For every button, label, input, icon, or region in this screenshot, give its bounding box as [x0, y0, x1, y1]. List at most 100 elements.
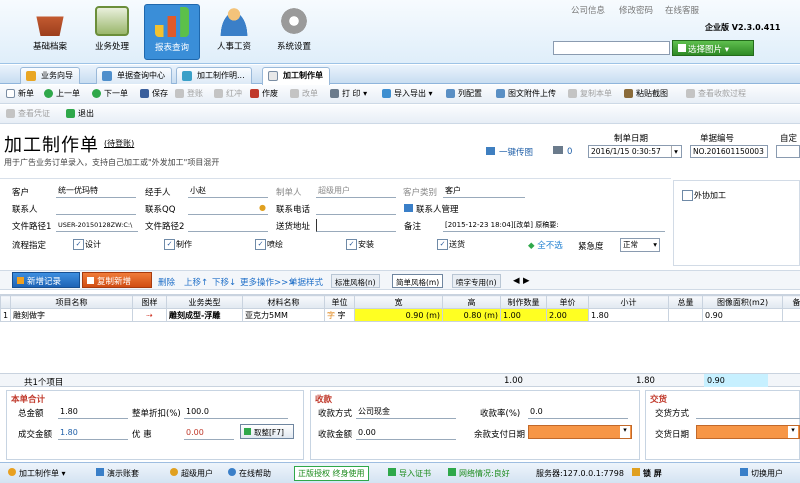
column-header[interactable]: 业务类型: [166, 295, 243, 309]
nav-hr[interactable]: 人事工资: [206, 4, 262, 60]
status-menu[interactable]: 加工制作单 ▾: [8, 468, 66, 479]
column-header[interactable]: 材料名称: [242, 295, 325, 309]
status-help[interactable]: 在线帮助: [228, 468, 271, 479]
tab-scroll-right-icon[interactable]: ▶: [523, 276, 530, 286]
link-online-service[interactable]: 在线客服: [665, 4, 699, 16]
cell-remark[interactable]: [782, 308, 800, 322]
flow-make-checkbox[interactable]: 制作: [164, 239, 192, 250]
column-header[interactable]: 图像面积(m2): [702, 295, 783, 309]
receipt-rate-field[interactable]: 0.0: [528, 406, 628, 419]
cell-unit[interactable]: 字 字: [324, 308, 355, 322]
post-button[interactable]: 登账: [175, 88, 203, 99]
date-field[interactable]: 2016/1/15 0:30:57 ▾: [588, 145, 682, 158]
receipt-method-field[interactable]: 公司现金: [356, 406, 456, 419]
style-tab-standard[interactable]: 标准风格(n): [331, 274, 380, 288]
save-button[interactable]: 保存: [140, 88, 168, 99]
link-company-info[interactable]: 公司信息: [571, 4, 605, 16]
modify-button[interactable]: 改单: [290, 88, 318, 99]
column-header[interactable]: 宽: [354, 295, 443, 309]
view-receipt-process-button[interactable]: 查看收款过程: [686, 88, 746, 99]
column-config-button[interactable]: 列配置: [446, 88, 482, 99]
move-down-link[interactable]: 下移↓: [212, 276, 236, 288]
handler-field[interactable]: 小赵: [188, 185, 268, 198]
column-header[interactable]: 制作数量: [500, 295, 547, 309]
document-style-link[interactable]: 单据样式: [289, 276, 323, 288]
column-header[interactable]: 高: [442, 295, 501, 309]
more-actions-link[interactable]: 更多操作>>>: [240, 276, 295, 288]
cell-item-name[interactable]: 雕刻做字: [10, 308, 133, 322]
new-button[interactable]: 新单: [6, 88, 34, 99]
cell-business-type[interactable]: 雕刻成型-浮雕: [166, 308, 243, 322]
cell-height[interactable]: 0.80 (m): [442, 308, 501, 322]
column-header[interactable]: 单价: [546, 295, 589, 309]
outsource-checkbox[interactable]: 外协加工: [682, 190, 726, 201]
column-header[interactable]: 备: [782, 295, 800, 309]
address-field[interactable]: [316, 219, 396, 232]
path2-field[interactable]: [188, 219, 268, 232]
print-count[interactable]: 0: [553, 146, 572, 157]
column-header[interactable]: 单位: [324, 295, 355, 309]
copy-row-button[interactable]: 复制新增: [82, 272, 152, 288]
nav-business[interactable]: 业务处理: [84, 4, 140, 60]
link-change-password[interactable]: 修改密码: [619, 4, 653, 16]
number-field[interactable]: NO.201601150003: [690, 145, 768, 158]
delivery-date-field[interactable]: ▾: [696, 425, 800, 439]
qq-icon[interactable]: ●: [259, 202, 266, 214]
style-tab-simple[interactable]: 简单风格(m): [392, 274, 444, 288]
cell-subtotal[interactable]: 1.80: [588, 308, 669, 322]
phone-field[interactable]: [316, 202, 396, 215]
note-field[interactable]: [2015-12-23 18:04][改单] 原稿要:: [443, 219, 665, 232]
cell-quantity[interactable]: 1.00: [500, 308, 547, 322]
delivery-method-field[interactable]: [696, 406, 800, 419]
tab-processing-order[interactable]: 加工制作单: [262, 67, 330, 85]
nav-basic-archive[interactable]: 基础档案: [22, 4, 78, 60]
nav-reports[interactable]: 报表查询: [144, 4, 200, 60]
add-row-button[interactable]: 新增记录: [12, 272, 80, 288]
flow-print-checkbox[interactable]: 喷绘: [255, 239, 283, 250]
due-date-field[interactable]: ▾: [528, 425, 632, 439]
flow-design-checkbox[interactable]: 设计: [73, 239, 101, 250]
select-image-button[interactable]: 选择图片 ▾: [672, 40, 754, 56]
lock-screen-button[interactable]: 锁 屏: [632, 468, 662, 479]
style-tab-lettering[interactable]: 喷字专用(n): [452, 274, 501, 288]
exit-button[interactable]: 退出: [66, 108, 94, 119]
flow-deliver-checkbox[interactable]: 送货: [437, 239, 465, 250]
column-header[interactable]: 小计: [588, 295, 669, 309]
discount-field[interactable]: 100.0: [184, 406, 288, 419]
cell-width[interactable]: 0.90 (m): [354, 308, 443, 322]
cell-material[interactable]: 亚克力5MM: [242, 308, 325, 322]
cell-pattern[interactable]: ⇢: [132, 308, 167, 322]
contact-manage-link[interactable]: 联系人管理: [404, 203, 459, 215]
column-header[interactable]: 总量: [668, 295, 703, 309]
image-path-input[interactable]: [553, 41, 670, 55]
red-reverse-button[interactable]: 红冲: [214, 88, 242, 99]
column-header[interactable]: 图样: [132, 295, 167, 309]
delete-row-link[interactable]: 删除: [158, 276, 175, 288]
tab-document-query[interactable]: 单据查询中心: [96, 67, 172, 84]
round-button[interactable]: 取整[F7]: [240, 424, 294, 439]
nav-settings[interactable]: 系统设置: [266, 4, 322, 60]
cell-area[interactable]: 0.90: [702, 308, 783, 322]
switch-user-button[interactable]: 切换用户: [740, 468, 783, 479]
urgency-select[interactable]: 正常 ▾: [620, 238, 660, 252]
move-up-link[interactable]: 上移↑: [184, 276, 208, 288]
prev-button[interactable]: 上一单: [44, 88, 80, 99]
tab-business-wizard[interactable]: 业务向导: [20, 67, 80, 84]
column-header[interactable]: 项目名称: [10, 295, 133, 309]
receipt-amount-field[interactable]: 0.00: [356, 427, 456, 440]
qq-field[interactable]: ●: [188, 202, 268, 215]
custom-field[interactable]: [776, 145, 800, 158]
upload-image-link[interactable]: 一键传图: [486, 146, 533, 158]
print-button[interactable]: 打 印 ▾: [330, 88, 367, 99]
cell-unit-price[interactable]: 2.00: [546, 308, 589, 322]
deal-amount-field[interactable]: 1.80: [58, 427, 128, 440]
copy-order-button[interactable]: 复制本单: [568, 88, 612, 99]
tab-processing-detail[interactable]: 加工制作明...: [176, 67, 252, 84]
paste-screenshot-button[interactable]: 粘贴截图: [624, 88, 668, 99]
customer-field[interactable]: 统一优玛特: [56, 185, 136, 198]
path1-field[interactable]: USER-20150128ZW:C:\: [56, 219, 138, 232]
tab-scroll-left-icon[interactable]: ◀: [513, 276, 520, 286]
attachment-upload-button[interactable]: 图文附件上传: [496, 88, 556, 99]
benefit-field[interactable]: 0.00: [184, 427, 234, 440]
flow-install-checkbox[interactable]: 安装: [346, 239, 374, 250]
